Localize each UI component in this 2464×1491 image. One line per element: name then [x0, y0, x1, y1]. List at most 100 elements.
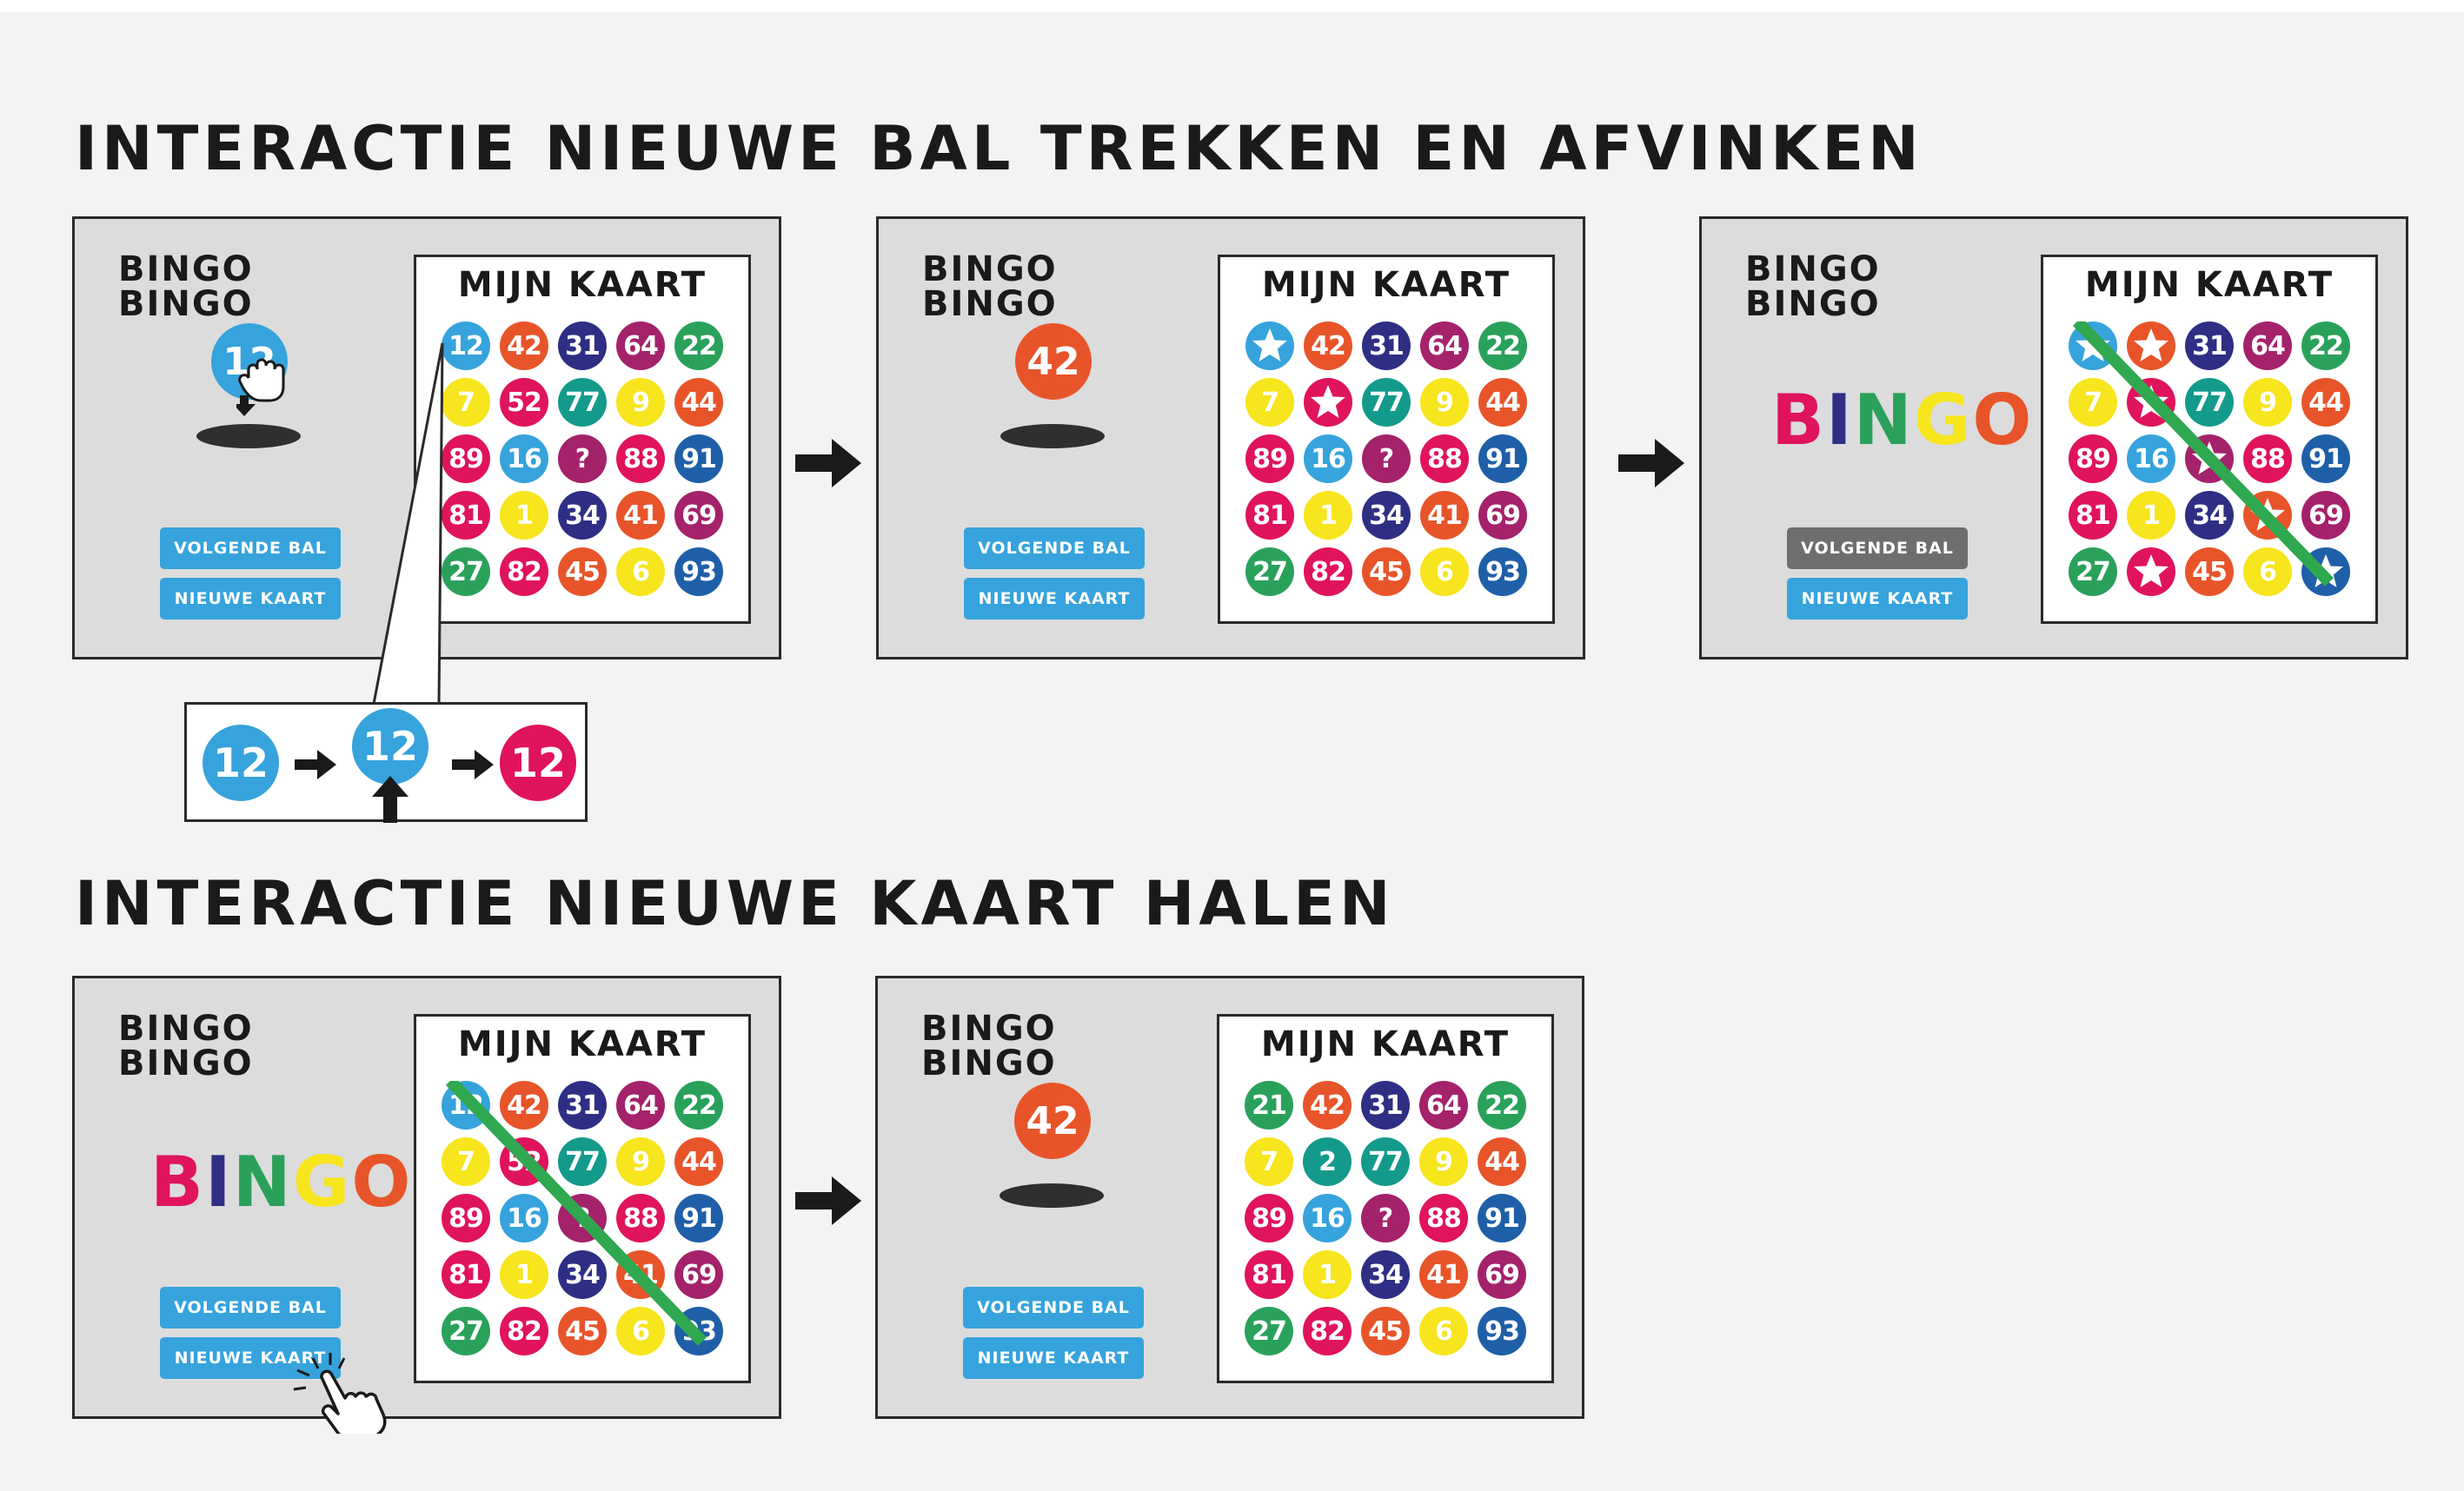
card-cell[interactable]: 27	[442, 547, 490, 596]
cell-number: 27	[1252, 556, 1288, 587]
card-cell[interactable]: 69	[674, 491, 723, 540]
card-cell[interactable]: 7	[1245, 1137, 1293, 1186]
next-ball-button[interactable]: VOLGENDE BAL	[963, 1287, 1144, 1329]
card-cell[interactable]: 77	[1361, 1137, 1410, 1186]
card-cell[interactable]: 82	[500, 547, 548, 596]
card-cell[interactable]: 34	[558, 491, 607, 540]
card-cell[interactable]: 93	[1478, 1307, 1526, 1355]
card-cell[interactable]: 42	[1303, 1081, 1352, 1130]
card-cell[interactable]: 9	[1420, 378, 1469, 427]
card-cell[interactable]: 77	[1362, 378, 1411, 427]
card-cell[interactable]: 88	[1419, 1194, 1468, 1242]
card-cell[interactable]: 6	[616, 547, 665, 596]
card-cell[interactable]: 22	[1478, 1081, 1526, 1130]
card-cell[interactable]: 45	[1362, 547, 1411, 596]
card-cell[interactable]: 27	[1245, 547, 1294, 596]
card-cell[interactable]: 31	[1361, 1081, 1410, 1130]
card-cell[interactable]: 21	[1245, 1081, 1293, 1130]
card-cell[interactable]: 6	[1419, 1307, 1468, 1355]
card-cell[interactable]: 34	[1361, 1250, 1410, 1299]
card-cell-marked[interactable]	[1304, 378, 1352, 427]
new-card-button[interactable]: NIEUWE KAART	[964, 578, 1145, 620]
card-cell[interactable]: 64	[1419, 1081, 1468, 1130]
card-cell[interactable]: 44	[1478, 1137, 1526, 1186]
new-card-button[interactable]: NIEUWE KAART	[160, 578, 341, 620]
card-cell[interactable]: 42	[1304, 321, 1352, 370]
card-cell[interactable]: 82	[1304, 547, 1352, 596]
card-cell[interactable]: 22	[1478, 321, 1527, 370]
card-cell[interactable]: 22	[674, 321, 723, 370]
card-cell[interactable]: 42	[500, 321, 548, 370]
card-cell[interactable]: 69	[1478, 491, 1527, 540]
cell-number: 45	[565, 556, 601, 587]
card-cell[interactable]: 69	[1478, 1250, 1526, 1299]
card-cell[interactable]: 81	[1245, 1250, 1293, 1299]
cell-number: 64	[1426, 1090, 1462, 1121]
card-cell[interactable]: 1	[1304, 491, 1352, 540]
top-band	[0, 0, 2464, 12]
card-cell[interactable]: 88	[616, 434, 665, 483]
card-cell[interactable]: 41	[1420, 491, 1469, 540]
card-cell[interactable]: 93	[1478, 547, 1527, 596]
new-card-button[interactable]: NIEUWE KAART	[1787, 578, 1968, 620]
card-cell[interactable]: 44	[1478, 378, 1527, 427]
card-cell[interactable]: ?	[558, 434, 607, 483]
next-ball-button[interactable]: VOLGENDE BAL	[964, 527, 1145, 569]
card-cell[interactable]: 16	[1303, 1194, 1352, 1242]
card-cell[interactable]: 6	[1420, 547, 1469, 596]
card-cell[interactable]: 31	[558, 321, 607, 370]
next-ball-button[interactable]: VOLGENDE BAL	[160, 527, 341, 569]
card-cell[interactable]: 9	[1419, 1137, 1468, 1186]
card-cell[interactable]: 44	[674, 378, 723, 427]
card-cell[interactable]: 7	[1245, 378, 1294, 427]
card-cell[interactable]: 41	[1419, 1250, 1468, 1299]
card-cell[interactable]: 93	[674, 547, 723, 596]
card-cell[interactable]: 77	[558, 378, 607, 427]
ball-drop-hole	[1000, 1183, 1104, 1208]
card-cell[interactable]: 9	[616, 378, 665, 427]
card-cell[interactable]: 82	[1303, 1307, 1352, 1355]
card-cell[interactable]: 34	[1362, 491, 1411, 540]
card-cell[interactable]: 91	[1478, 434, 1527, 483]
card-cell[interactable]: 89	[1245, 434, 1294, 483]
card-cell[interactable]: 89	[1245, 1194, 1293, 1242]
card-cell[interactable]: 89	[442, 434, 490, 483]
card-cell[interactable]: 91	[1478, 1194, 1526, 1242]
bingo-panel: BINGO BINGO BINGO! VOLGENDE BAL NIEUWE KAAR…	[1699, 216, 2408, 659]
grab-hand-icon	[236, 358, 285, 416]
card-cell[interactable]: 31	[1362, 321, 1411, 370]
card-cell[interactable]: 27	[1245, 1307, 1293, 1355]
card-cell-marked[interactable]	[1245, 321, 1294, 370]
cell-number: 69	[681, 500, 717, 531]
card-cell[interactable]: 81	[442, 491, 490, 540]
bingo-card: MIJN KAART 1242316422752779448916?8891811…	[414, 1014, 751, 1383]
card-cell[interactable]: 1	[1303, 1250, 1352, 1299]
card-cell[interactable]: 12	[442, 321, 490, 370]
card-cell[interactable]: 81	[1245, 491, 1294, 540]
card-cell[interactable]: 45	[558, 547, 607, 596]
card-cell[interactable]: 52	[500, 378, 548, 427]
card-cell[interactable]: 91	[674, 434, 723, 483]
next-ball-button[interactable]: VOLGENDE BAL	[160, 1287, 341, 1329]
card-cell[interactable]: 2	[1303, 1137, 1352, 1186]
cell-number: 89	[448, 443, 484, 474]
card-cell[interactable]: ?	[1362, 434, 1411, 483]
card-cell[interactable]: 16	[1304, 434, 1352, 483]
card-cell[interactable]: 64	[1420, 321, 1469, 370]
card-cell[interactable]: 1	[500, 491, 548, 540]
section-title-new-card: INTERACTIE NIEUWE KAART HALEN	[75, 868, 1395, 939]
bingo-letter: N	[1853, 380, 1914, 461]
card-cell[interactable]: 45	[1361, 1307, 1410, 1355]
card-cell[interactable]: 64	[616, 321, 665, 370]
game-title: BINGO BINGO	[1745, 249, 1881, 324]
bingo-card: MIJN KAART 31 64 22 7 77 9 44 89 16 88 91 81 1 34 69 27 4…	[2041, 255, 2378, 624]
card-cell[interactable]: 16	[500, 434, 548, 483]
card-cell[interactable]: ?	[1361, 1194, 1410, 1242]
bingo-letter: I	[204, 1142, 233, 1223]
game-title: BINGO BINGO	[921, 1009, 1057, 1083]
card-cell[interactable]: 7	[442, 378, 490, 427]
new-card-button[interactable]: NIEUWE KAART	[963, 1337, 1144, 1379]
card-cell[interactable]: 88	[1420, 434, 1469, 483]
next-ball-button[interactable]: VOLGENDE BAL	[1787, 527, 1968, 569]
card-cell[interactable]: 41	[616, 491, 665, 540]
